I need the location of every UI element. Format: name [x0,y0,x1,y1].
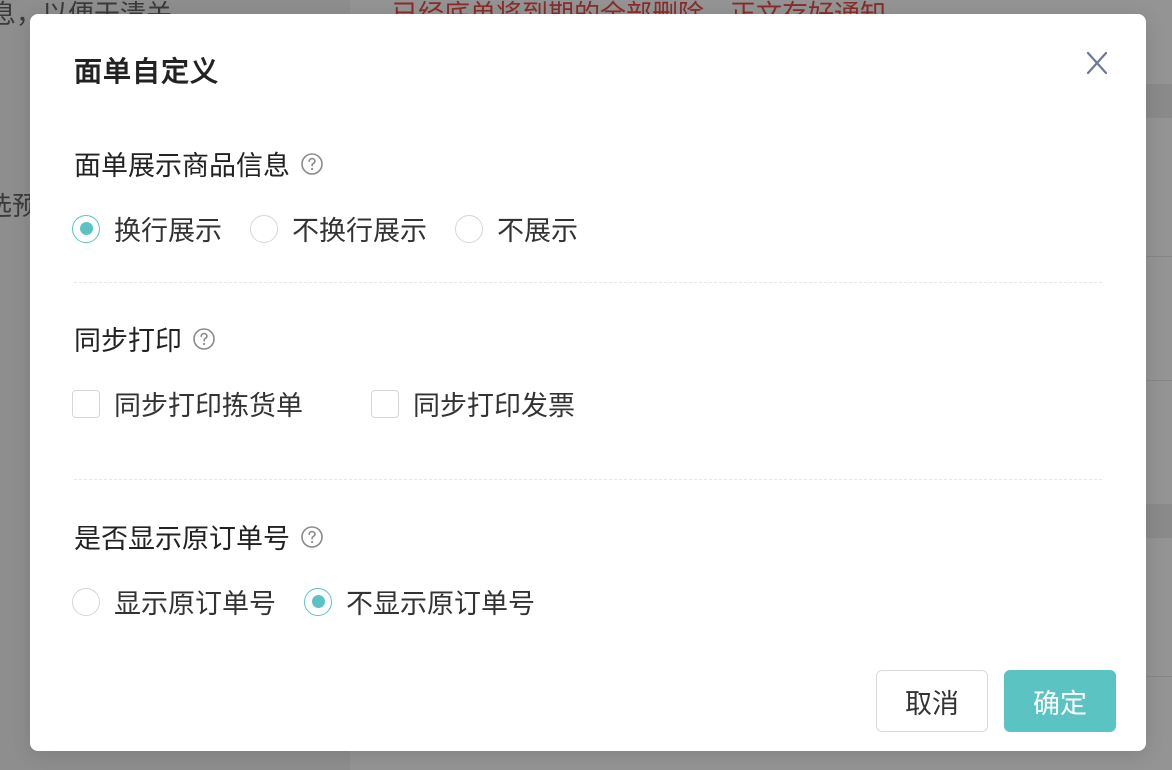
checkbox[interactable] [72,389,100,418]
original-order-radio-group: 显示原订单号 不显示原订单号 [72,582,563,621]
radio-button[interactable] [72,214,100,243]
original-order-title-text: 是否显示原订单号 [74,524,290,555]
radio-button[interactable] [304,587,332,616]
help-circle-icon[interactable] [300,152,324,176]
sync-print-section-title: 同步打印 [74,319,216,358]
close-icon[interactable] [1082,48,1112,78]
radio-option-wrap-display[interactable]: 换行展示 [72,209,222,248]
radio-button[interactable] [455,214,483,243]
cancel-button[interactable]: 取消 [876,670,988,732]
radio-option-no-wrap-display[interactable]: 不换行展示 [250,209,427,248]
radio-label: 不换行展示 [292,216,427,247]
dialog-title: 面单自定义 [74,55,220,88]
radio-label: 不显示原订单号 [346,589,535,620]
radio-button[interactable] [72,587,100,616]
section-divider [74,282,1102,283]
radio-option-no-display[interactable]: 不展示 [455,209,578,248]
help-circle-icon[interactable] [300,525,324,549]
radio-option-hide-original-order[interactable]: 不显示原订单号 [304,582,535,621]
help-circle-icon[interactable] [192,327,216,351]
section-divider [74,479,1102,480]
product-info-title-text: 面单展示商品信息 [74,151,290,182]
confirm-button[interactable]: 确定 [1004,670,1116,732]
sync-print-title-text: 同步打印 [74,326,182,357]
original-order-section-title: 是否显示原订单号 [74,517,324,556]
radio-label: 换行展示 [114,216,222,247]
radio-label: 显示原订单号 [114,589,276,620]
product-info-radio-group: 换行展示 不换行展示 不展示 [72,209,606,248]
checkbox-option-invoice[interactable]: 同步打印发票 [371,384,575,423]
sync-print-checkbox-group: 同步打印拣货单 同步打印发票 [72,384,603,423]
checkbox[interactable] [371,389,399,418]
radio-label: 不展示 [497,216,578,247]
checkbox-label: 同步打印拣货单 [114,391,303,422]
radio-option-show-original-order[interactable]: 显示原订单号 [72,582,276,621]
checkbox-label: 同步打印发票 [413,391,575,422]
checkbox-option-pick-list[interactable]: 同步打印拣货单 [72,384,303,423]
product-info-section-title: 面单展示商品信息 [74,144,324,183]
radio-button[interactable] [250,214,278,243]
waybill-custom-dialog: 面单自定义 面单展示商品信息 换行展示 不换行展示 不展示 同步打印 同步打印拣… [30,14,1146,751]
